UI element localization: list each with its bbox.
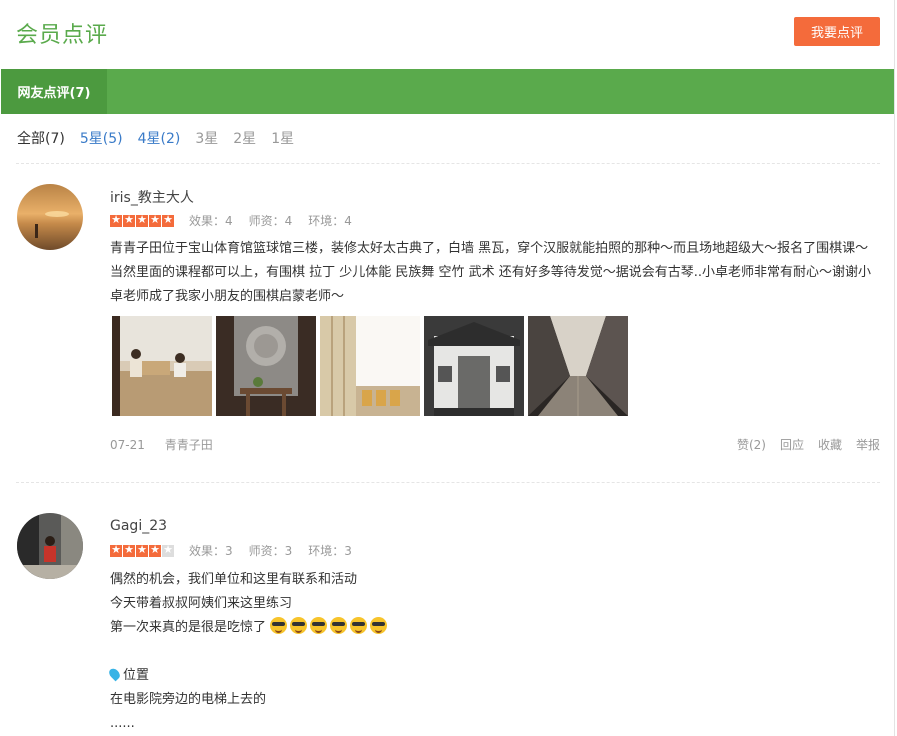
star-icon bbox=[136, 213, 148, 227]
ellipsis: ...... bbox=[110, 716, 135, 731]
star-icon bbox=[149, 543, 161, 557]
review-text: 青青子田位于宝山体育馆篮球馆三楼，装修太好太古典了，白墙 黑瓦，穿个汉服就能拍照… bbox=[110, 241, 872, 304]
filter-all[interactable]: 全部(7) bbox=[17, 128, 65, 148]
star-icon bbox=[110, 213, 122, 227]
review-shop-link[interactable]: 青青子田 bbox=[165, 438, 213, 452]
favorite-button[interactable]: 收藏 bbox=[818, 436, 842, 453]
review-line: 偶然的机会，我们单位和这里有联系和活动 bbox=[110, 572, 358, 587]
star-rating bbox=[110, 543, 175, 557]
header: 会员点评 我要点评 bbox=[0, 0, 894, 68]
review-date: 07-21 bbox=[110, 438, 145, 452]
star-icon bbox=[110, 543, 122, 557]
score-teacher: 师资：4 bbox=[248, 214, 293, 228]
review-line: 今天带着叔叔阿姨们来这里练习 bbox=[110, 596, 293, 611]
rating-row: 效果：3 师资：3 环境：3 bbox=[110, 542, 368, 559]
review-username[interactable]: iris_教主大人 bbox=[110, 187, 194, 207]
star-rating bbox=[110, 213, 175, 227]
divider bbox=[16, 163, 880, 164]
avatar[interactable] bbox=[17, 184, 83, 250]
review-line-text: 第一次来真的是很是吃惊了 bbox=[110, 620, 267, 635]
cool-emoji-icon bbox=[310, 617, 328, 634]
filter-4-star[interactable]: 4星(2) bbox=[138, 128, 181, 148]
review-actions: 赞(2) 回应 收藏 举报 bbox=[737, 436, 880, 453]
filter-1-star[interactable]: 1星 bbox=[271, 128, 294, 148]
star-icon bbox=[136, 543, 148, 557]
report-button[interactable]: 举报 bbox=[856, 436, 880, 453]
location-line: 位置 bbox=[107, 664, 880, 688]
cool-emoji-icon bbox=[270, 617, 288, 634]
photo-gallery bbox=[112, 316, 628, 416]
location-pin-icon bbox=[107, 666, 122, 682]
filter-2-star[interactable]: 2星 bbox=[233, 128, 256, 148]
score-environment: 环境：4 bbox=[308, 214, 352, 228]
location-text: 在电影院旁边的电梯上去的 bbox=[110, 692, 267, 707]
rating-row: 效果：4 师资：4 环境：4 bbox=[110, 212, 368, 229]
score-environment: 环境：3 bbox=[308, 544, 352, 558]
score-effect: 效果：4 bbox=[189, 214, 233, 228]
star-icon bbox=[123, 543, 135, 557]
star-empty-icon bbox=[162, 543, 174, 557]
review-photo[interactable] bbox=[112, 316, 212, 416]
divider bbox=[16, 482, 880, 483]
review-photo[interactable] bbox=[424, 316, 524, 416]
star-icon bbox=[123, 213, 135, 227]
tab-bar: 网友点评(7) bbox=[1, 69, 894, 114]
review-photo[interactable] bbox=[320, 316, 420, 416]
filter-5-star[interactable]: 5星(5) bbox=[80, 128, 123, 148]
review-photo[interactable] bbox=[216, 316, 316, 416]
review-meta: 07-21 青青子田 bbox=[110, 436, 229, 453]
page-title: 会员点评 bbox=[16, 23, 109, 48]
location-label: 位置 bbox=[123, 668, 150, 683]
cool-emoji-icon bbox=[350, 617, 368, 634]
review-panel: 会员点评 我要点评 网友点评(7) 全部(7) 5星(5) 4星(2) 3星 2… bbox=[0, 0, 895, 736]
reply-button[interactable]: 回应 bbox=[780, 436, 804, 453]
tab-user-reviews[interactable]: 网友点评(7) bbox=[1, 69, 107, 114]
cool-emoji-icon bbox=[290, 617, 308, 634]
filter-3-star[interactable]: 3星 bbox=[195, 128, 218, 148]
cool-emoji-icon bbox=[370, 617, 388, 634]
avatar[interactable] bbox=[17, 513, 83, 579]
cool-emoji-icon bbox=[330, 617, 348, 634]
review-username[interactable]: Gagi_23 bbox=[110, 518, 167, 534]
review-photo[interactable] bbox=[528, 316, 628, 416]
star-filter: 全部(7) 5星(5) 4星(2) 3星 2星 1星 bbox=[17, 128, 309, 148]
review-line: 第一次来真的是很是吃惊了 bbox=[110, 616, 880, 640]
write-review-button[interactable]: 我要点评 bbox=[794, 17, 880, 46]
star-icon bbox=[149, 213, 161, 227]
like-button[interactable]: 赞(2) bbox=[737, 436, 766, 453]
score-effect: 效果：3 bbox=[189, 544, 233, 558]
score-teacher: 师资：3 bbox=[248, 544, 293, 558]
review-text: 偶然的机会，我们单位和这里有联系和活动 今天带着叔叔阿姨们来这里练习 第一次来真… bbox=[107, 568, 880, 736]
star-icon bbox=[162, 213, 174, 227]
